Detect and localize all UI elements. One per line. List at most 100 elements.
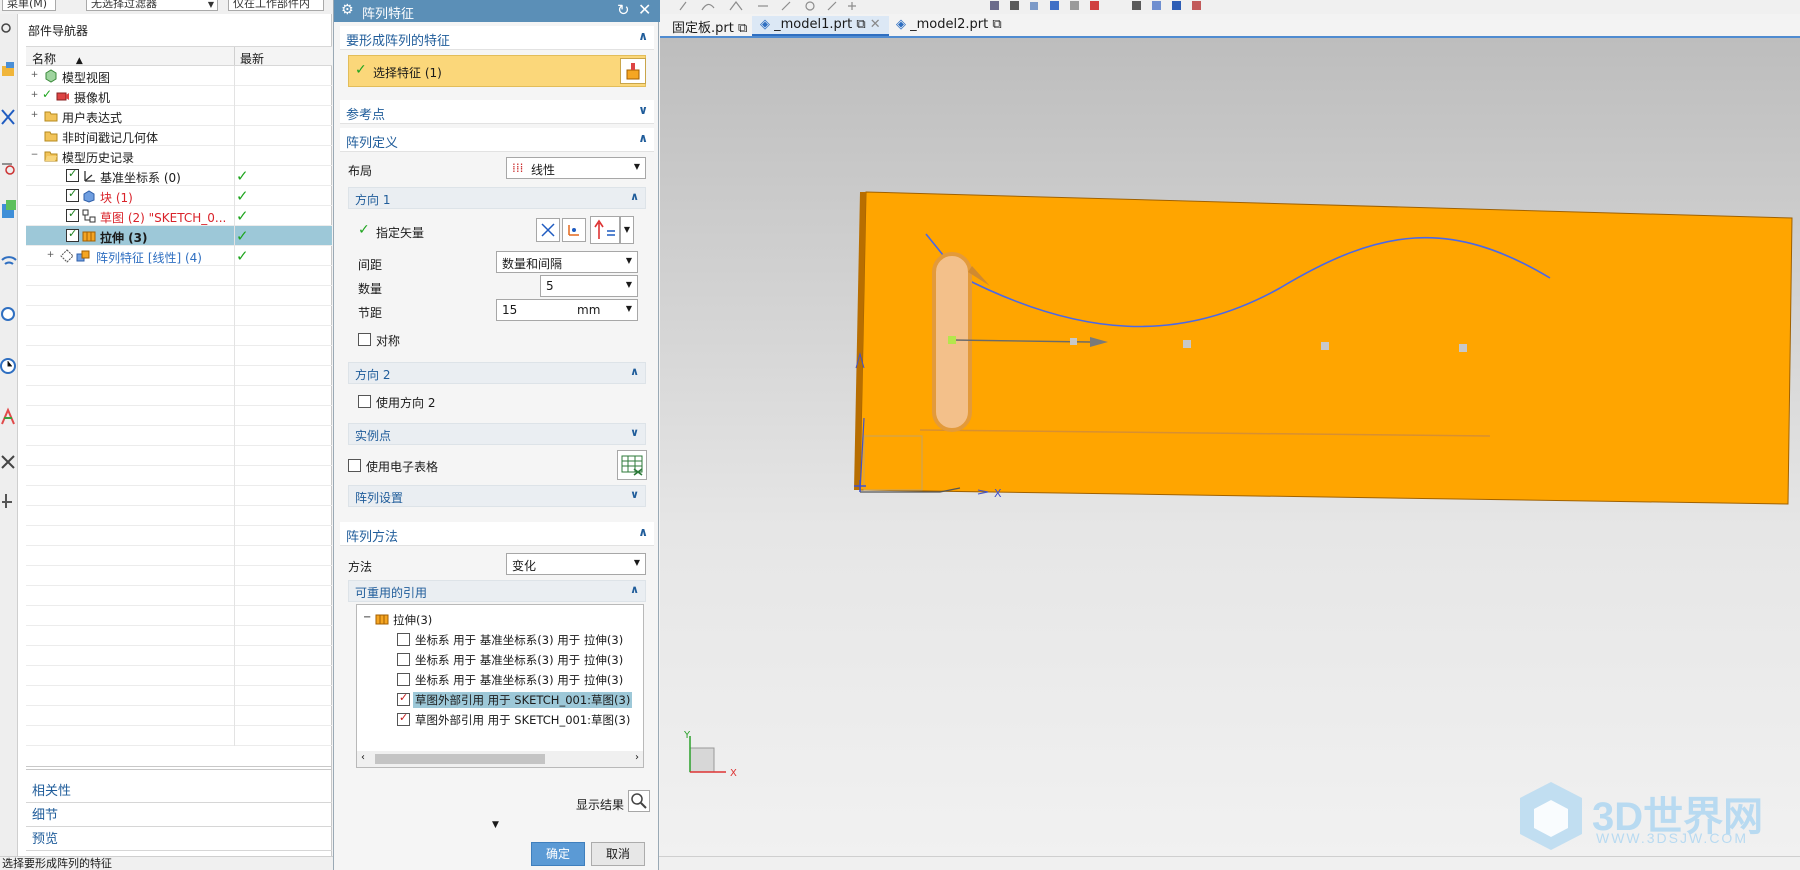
chevron-up-icon[interactable]: ∧	[630, 583, 639, 596]
section-features-to-pattern[interactable]: 要形成阵列的特征 ∧	[340, 26, 654, 50]
feature-checkbox[interactable]	[66, 167, 79, 182]
resource-bar-icons[interactable]	[0, 14, 18, 534]
inferred-vector-button[interactable]	[562, 218, 586, 242]
reference-item[interactable]: 坐标系 用于 基准坐标系(3) 用于 拉伸(3)	[357, 629, 643, 649]
expand-icon[interactable]: +	[30, 71, 39, 80]
reset-icon[interactable]: ↻	[617, 1, 630, 19]
feature-checkbox[interactable]	[66, 207, 79, 222]
close-tab-icon[interactable]: ✕	[870, 17, 881, 32]
chevron-down-icon[interactable]: ▼	[626, 304, 632, 313]
navigator-splitter[interactable]	[26, 766, 332, 770]
tree-item-model-history[interactable]: − 模型历史记录	[26, 146, 332, 166]
select-feature-row[interactable]: ✓ 选择特征 (1)	[348, 55, 646, 87]
cancel-button[interactable]: 取消	[591, 842, 645, 866]
feature-checkbox[interactable]	[66, 187, 79, 202]
reference-checkbox[interactable]	[397, 711, 410, 726]
subsection-direction-1[interactable]: 方向 1 ∧	[348, 187, 646, 209]
tree-item-extrude[interactable]: 拉伸 (3) ✓	[26, 226, 332, 246]
horizontal-scrollbar[interactable]: ‹ ›	[357, 751, 643, 767]
pitch-input[interactable]: 15 mm ▼	[496, 299, 638, 321]
reference-checkbox[interactable]	[397, 673, 410, 686]
instance-point[interactable]	[1321, 342, 1329, 350]
subsection-direction-2[interactable]: 方向 2 ∧	[348, 362, 646, 384]
reusable-references-list[interactable]: − 拉伸(3) 坐标系 用于 基准坐标系(3) 用于 拉伸(3) 坐标系 用于 …	[356, 604, 644, 768]
layout-dropdown[interactable]: ⁞⁞⁞ 线性 ▼	[506, 157, 646, 179]
section-reference-point[interactable]: 参考点 ∨	[340, 100, 654, 124]
section-pattern-definition[interactable]: 阵列定义 ∧	[340, 128, 654, 152]
method-dropdown[interactable]: 变化 ▼	[506, 553, 646, 575]
tree-item-user-expressions[interactable]: + 用户表达式	[26, 106, 332, 126]
gear-icon[interactable]: ⚙	[341, 2, 354, 18]
reference-checkbox[interactable]	[397, 691, 410, 706]
reference-item-selected[interactable]: 草图外部引用 用于 SKETCH_001:草图(3)	[357, 689, 643, 709]
tree-item-datum-csys[interactable]: 基准坐标系 (0) ✓	[26, 166, 332, 186]
scroll-left-icon[interactable]: ‹	[361, 752, 365, 763]
instance-point[interactable]	[1070, 338, 1077, 345]
graphics-viewport[interactable]: X Y X 3D世界网 WWW.3DSJW.COM	[660, 38, 1800, 856]
count-input[interactable]: 5 ▼	[540, 275, 638, 297]
more-options-icon[interactable]: ▼	[492, 820, 499, 830]
expand-icon[interactable]: +	[30, 91, 39, 100]
tree-item-non-timestamp-geometry[interactable]: 非时间戳记几何体	[26, 126, 332, 146]
feature-checkbox[interactable]	[66, 227, 79, 242]
column-header-latest[interactable]: 最新	[240, 50, 264, 67]
reverse-direction-button[interactable]	[590, 216, 620, 244]
chevron-up-icon[interactable]: ∧	[638, 131, 648, 145]
tab-fixed-plate[interactable]: 固定板.prt ⧉	[664, 16, 755, 36]
section-pattern-method[interactable]: 阵列方法 ∧	[340, 522, 654, 546]
chevron-down-icon[interactable]: ▼	[626, 280, 632, 289]
scrollbar-thumb[interactable]	[375, 754, 545, 764]
dependencies-panel[interactable]: 相关性	[32, 780, 71, 799]
use-spreadsheet-checkbox[interactable]	[348, 459, 361, 472]
tree-item-cameras[interactable]: + ✓ 摄像机	[26, 86, 332, 106]
close-icon[interactable]: ✕	[638, 0, 651, 19]
reference-checkbox[interactable]	[397, 653, 410, 666]
chevron-up-icon[interactable]: ∧	[630, 365, 639, 378]
subsection-pattern-settings[interactable]: 阵列设置 ∨	[348, 485, 646, 507]
pattern-origin-point[interactable]	[948, 336, 956, 344]
use-direction-2-checkbox[interactable]	[358, 395, 371, 408]
reference-item[interactable]: 坐标系 用于 基准坐标系(3) 用于 拉伸(3)	[357, 649, 643, 669]
tree-item-model-views[interactable]: + 模型视图	[26, 66, 332, 86]
vector-dialog-button[interactable]	[536, 218, 560, 242]
tab-model1[interactable]: ◈ _model1.prt ⧉ ✕	[752, 16, 889, 36]
subsection-reusable-references[interactable]: 可重用的引用 ∧	[348, 580, 646, 602]
spacing-dropdown[interactable]: 数量和间隔 ▼	[496, 251, 638, 273]
vector-options-dropdown[interactable]: ▼	[620, 216, 634, 244]
model-canvas[interactable]: X Y X	[660, 38, 1800, 856]
tree-item-pattern-feature[interactable]: + 阵列特征 [线性] (4) ✓	[26, 246, 332, 266]
show-result-button[interactable]	[628, 790, 650, 812]
preview-panel[interactable]: 预览	[32, 828, 58, 847]
selection-scope-dropdown[interactable]: 仅在工作部件内	[228, 0, 324, 11]
ok-button[interactable]: 确定	[531, 842, 585, 866]
select-feature-button[interactable]	[620, 58, 646, 84]
collapse-icon[interactable]: −	[30, 151, 39, 160]
dialog-titlebar[interactable]: ⚙ 阵列特征 ↻ ✕	[334, 0, 660, 22]
expand-icon[interactable]: +	[46, 251, 55, 260]
chevron-down-icon[interactable]: ∨	[630, 488, 639, 501]
tab-model2[interactable]: ◈ _model2.prt ⧉	[888, 16, 1010, 36]
menu-button[interactable]: 菜单(M)	[2, 0, 56, 11]
selection-filter-dropdown[interactable]: 无选择过滤器 ▼	[86, 0, 218, 11]
toolbar-icons-strip[interactable]	[672, 0, 1272, 12]
collapse-icon[interactable]: −	[363, 612, 371, 623]
chevron-down-icon[interactable]: ∨	[630, 426, 639, 439]
expand-icon[interactable]: +	[30, 111, 39, 120]
scroll-right-icon[interactable]: ›	[635, 752, 639, 763]
chevron-up-icon[interactable]: ∧	[638, 29, 648, 43]
chevron-up-icon[interactable]: ∧	[630, 190, 639, 203]
reference-item[interactable]: 坐标系 用于 基准坐标系(3) 用于 拉伸(3)	[357, 669, 643, 689]
column-header-name[interactable]: 名称 ▲	[32, 50, 83, 67]
reference-checkbox[interactable]	[397, 633, 410, 646]
details-panel[interactable]: 细节	[32, 804, 58, 823]
tree-item-sketch[interactable]: 草图 (2) "SKETCH_0... ✓	[26, 206, 332, 226]
subsection-instance-points[interactable]: 实例点 ∨	[348, 423, 646, 445]
instance-point[interactable]	[1183, 340, 1191, 348]
view-triad-cube[interactable]	[689, 747, 715, 773]
chevron-up-icon[interactable]: ∧	[638, 525, 648, 539]
reference-root-item[interactable]: − 拉伸(3)	[357, 609, 643, 629]
spreadsheet-button[interactable]	[617, 450, 647, 480]
instance-point[interactable]	[1459, 344, 1467, 352]
chevron-down-icon[interactable]: ∨	[638, 103, 648, 117]
tree-item-block[interactable]: 块 (1) ✓	[26, 186, 332, 206]
